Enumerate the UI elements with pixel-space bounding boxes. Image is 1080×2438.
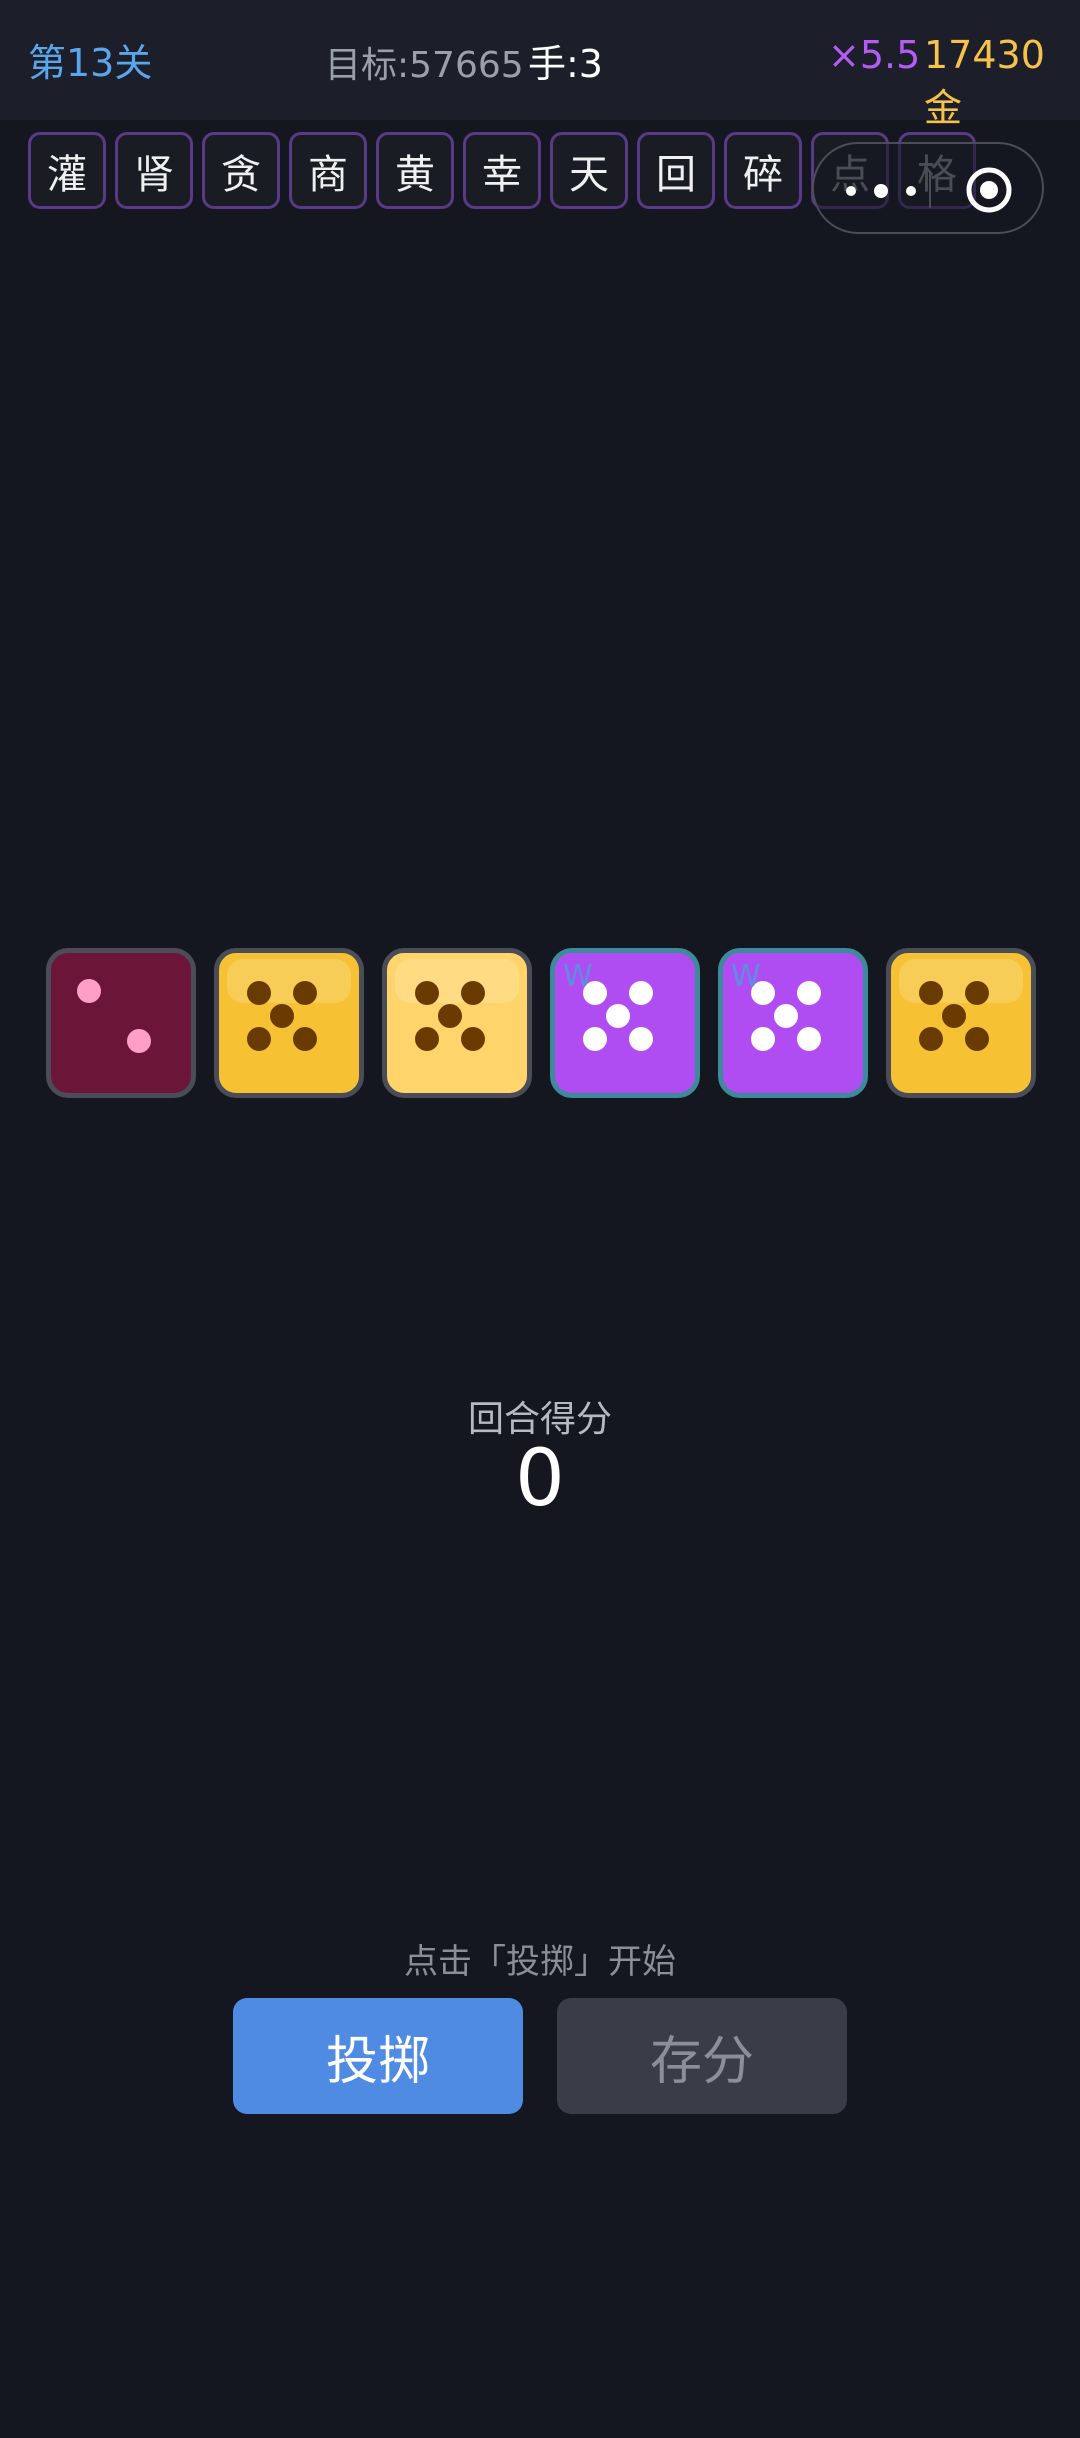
relic-item[interactable]: 黄 [376,132,454,209]
die-pip [965,981,989,1005]
die-pip [127,1029,151,1053]
level-label: 第13关 [28,41,153,85]
relic-item[interactable]: 贪 [202,132,280,209]
relic-item[interactable]: 肾 [115,132,193,209]
relic-item[interactable]: 天 [550,132,628,209]
top-status-bar: 第13关 目标:57665 手:3 ×5.5 17430金 [0,0,1080,130]
mini-program-capsule [812,142,1044,234]
roll-button[interactable]: 投掷 [233,1998,523,2114]
relic-item[interactable]: 碎 [724,132,802,209]
target-score: 目标:57665 [325,45,524,86]
die-pip [797,1027,821,1051]
die-3[interactable] [382,948,532,1098]
die-pip [629,981,653,1005]
gold-amount: 17430金 [924,33,1045,130]
die-pip [797,981,821,1005]
die-5[interactable]: W [718,948,868,1098]
die-1[interactable] [46,948,196,1098]
die-pip [415,981,439,1005]
die-pip [77,979,101,1003]
round-score-value: 0 [515,1434,565,1524]
relic-item[interactable]: 商 [289,132,367,209]
die-pip [919,981,943,1005]
die-pip [438,1004,462,1028]
die-pip [583,1027,607,1051]
die-shine [227,959,351,1003]
relic-item[interactable]: 灌 [28,132,106,209]
die-pip [942,1004,966,1028]
die-6[interactable] [886,948,1036,1098]
save-score-button[interactable]: 存分 [557,1998,847,2114]
relic-item[interactable]: 回 [637,132,715,209]
die-pip [919,1027,943,1051]
die-2[interactable] [214,948,364,1098]
die-pip [606,1004,630,1028]
die-pip [293,1027,317,1051]
multiplier: ×5.5 [828,33,921,77]
capsule-divider [929,172,931,208]
die-pip [629,1027,653,1051]
die-pip [461,1027,485,1051]
die-pip [247,1027,271,1051]
die-badge: W [563,959,593,994]
die-shine [395,959,519,1003]
dice-row: WW [46,948,1036,1098]
relic-item[interactable]: 幸 [463,132,541,209]
target-circle-icon[interactable] [964,165,1014,215]
die-pip [247,981,271,1005]
die-pip [270,1004,294,1028]
more-dots-icon[interactable] [844,184,918,198]
die-badge: W [731,959,761,994]
die-pip [293,981,317,1005]
hands-remaining: 手:3 [528,42,603,86]
die-4[interactable]: W [550,948,700,1098]
die-pip [774,1004,798,1028]
die-pip [965,1027,989,1051]
die-shine [899,959,1023,1003]
hint-text: 点击「投掷」开始 [404,1942,676,1982]
die-pip [751,1027,775,1051]
die-pip [461,981,485,1005]
die-pip [415,1027,439,1051]
